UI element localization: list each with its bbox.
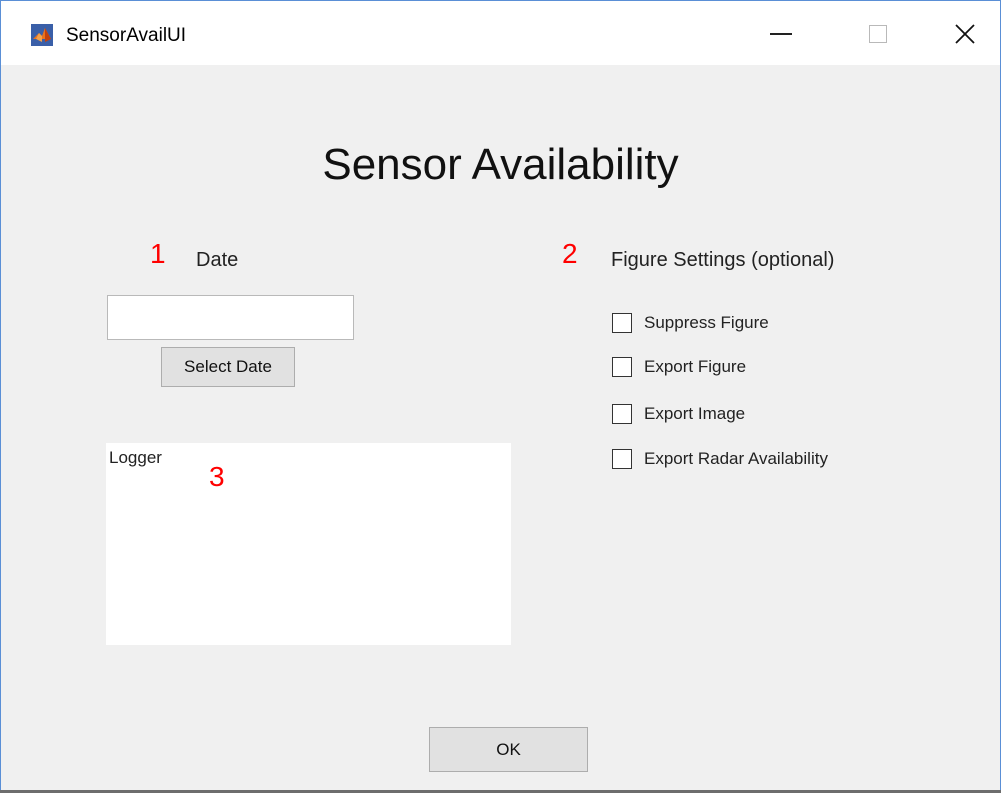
annotation-marker-2: 2 [562, 238, 578, 269]
logger-text: Logger [109, 448, 162, 467]
minimize-button[interactable] [751, 11, 811, 57]
window-frame [0, 0, 1001, 793]
close-button[interactable] [935, 11, 995, 57]
suppress-figure-checkbox[interactable]: Suppress Figure [612, 310, 769, 336]
maximize-icon [869, 25, 887, 43]
checkbox-label: Export Radar Availability [644, 449, 828, 468]
matlab-icon [31, 24, 53, 46]
checkbox-icon [612, 313, 632, 333]
date-input[interactable] [107, 295, 354, 340]
select-date-button[interactable]: Select Date [161, 347, 295, 387]
maximize-button[interactable] [848, 11, 908, 57]
export-image-checkbox[interactable]: Export Image [612, 401, 745, 427]
checkbox-icon [612, 357, 632, 377]
checkbox-label: Export Figure [644, 357, 747, 376]
window-title: SensorAvailUI [66, 25, 187, 46]
checkbox-label: Suppress Figure [644, 313, 769, 332]
minimize-icon [770, 33, 792, 35]
date-label: Date [196, 249, 239, 271]
title-bar[interactable]: SensorAvailUI [1, 1, 1000, 65]
annotation-marker-3: 3 [209, 461, 225, 492]
checkbox-icon [612, 404, 632, 424]
ok-button[interactable]: OK [429, 727, 588, 772]
close-icon [955, 24, 975, 44]
page-title: Sensor Availability [322, 140, 679, 189]
checkbox-icon [612, 449, 632, 469]
checkbox-label: Export Image [644, 404, 746, 423]
export-radar-availability-checkbox[interactable]: Export Radar Availability [612, 446, 828, 472]
figure-settings-label: Figure Settings (optional) [611, 249, 835, 271]
logger-panel[interactable]: Logger [106, 443, 511, 645]
export-figure-checkbox[interactable]: Export Figure [612, 354, 746, 380]
annotation-marker-1: 1 [150, 238, 166, 269]
